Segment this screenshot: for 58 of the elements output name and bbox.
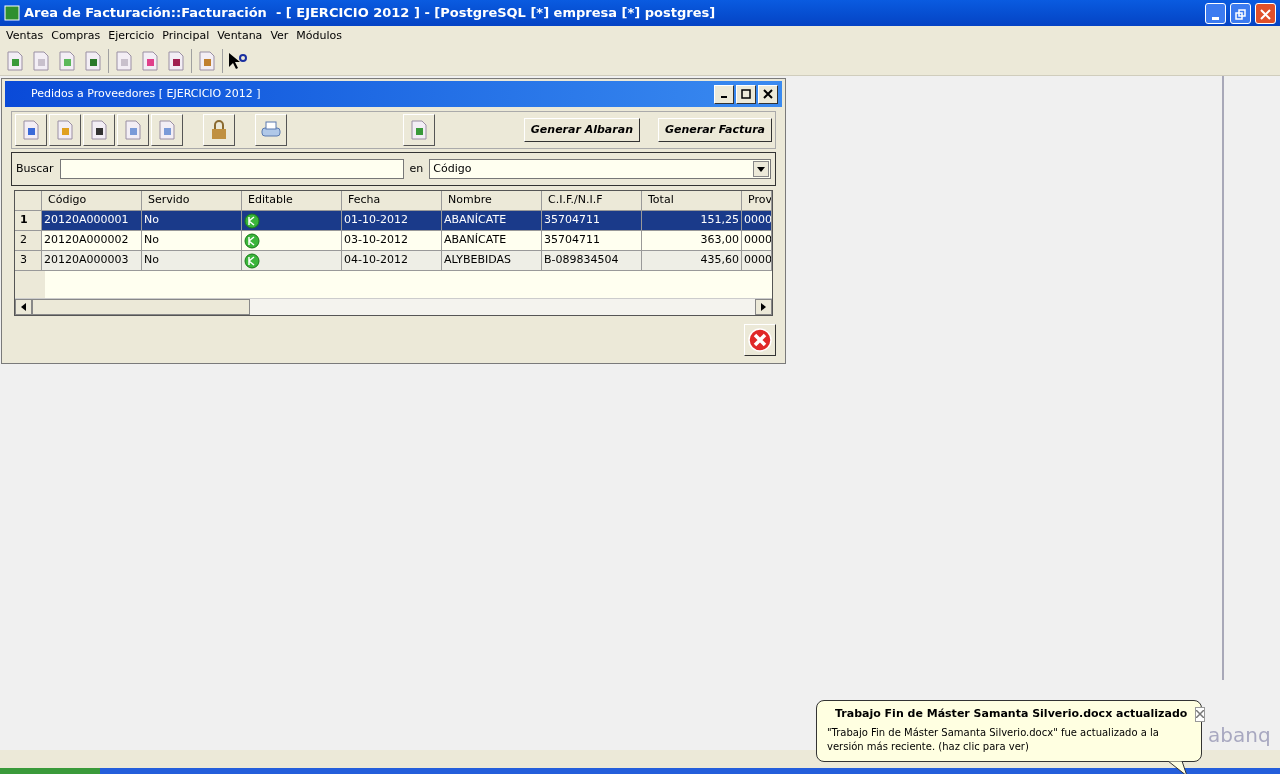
scroll-left-icon [21,303,26,311]
balloon-pointer-icon [1168,761,1188,774]
maximize-button[interactable] [736,84,756,104]
table-cell: 04-10-2012 [342,251,442,271]
horizontal-scrollbar[interactable] [15,298,772,315]
close-icon [1260,8,1271,20]
table-cell: ALYBEBIDAS [442,251,542,271]
scrollbar-thumb[interactable] [32,299,250,315]
menu-item[interactable]: Ventas [2,27,48,45]
table-cell: 20120A000003 [42,251,142,271]
padlock-icon[interactable] [209,119,229,141]
abanq-logo: abanq [1208,722,1271,749]
minimize-icon [1212,16,1219,20]
document-icon[interactable] [82,49,104,72]
search-field[interactable] [59,159,404,179]
menu-item[interactable]: Ventana [213,27,267,45]
menu-item[interactable]: Módulos [292,27,347,45]
status-icon [244,212,260,229]
printer-icon[interactable] [260,120,282,140]
menu-item[interactable]: Ejercicio [104,27,159,45]
search-label: Buscar [16,160,54,177]
document-icon[interactable] [165,49,187,72]
window-title: Area de Facturación::Facturación - [ EJERCICIO 2012 ] - [PostgreSQL [*] empresa [*] postgres] [24,4,717,23]
row-header[interactable]: 1 [15,211,42,231]
minimize-button[interactable] [1205,2,1226,24]
field-dropdown[interactable]: Código [429,159,771,179]
scroll-right-icon [761,303,766,311]
row-header[interactable]: 3 [15,251,42,271]
close-icon [748,328,772,352]
maximize-icon [741,89,751,99]
status-icon [244,232,260,249]
minimize-button[interactable] [714,84,734,104]
menu-item[interactable]: Compras [47,27,105,45]
app-icon [4,5,20,21]
close-icon [1196,710,1205,719]
close-icon [763,89,773,99]
dropdown-arrow-icon [757,166,765,172]
menu-item[interactable]: Ver [266,27,293,45]
notification-balloon[interactable]: Trabajo Fin de Máster Samanta Silverio.docx actualizado "Trabajo Fin de Máster Samanta Silverio.docx" fue actualizado a la versión más reciente. (haz clic para ver) [816,700,1202,762]
table-cell: No [142,251,242,271]
generate-button[interactable]: Generar Albaran [523,118,640,142]
table-cell: B-089834504 [542,251,642,271]
child-window-title: Pedidos a Proveedores [ EJERCICIO 2012 ] [31,85,262,102]
status-icon [244,252,260,269]
notification-message: "Trabajo Fin de Máster Samanta Silverio.docx" fue actualizado a la versión más reciente. (haz clic para ver) [827,725,1160,754]
row-header-background [15,271,45,298]
menu-item[interactable]: Principal [158,27,214,45]
notification-title: Trabajo Fin de Máster Samanta Silverio.docx actualizado [835,706,1188,722]
in-label: en [409,160,424,177]
help-pointer-icon[interactable] [227,50,247,71]
generate-button[interactable]: Generar Factura [658,118,772,142]
document-icon[interactable] [88,119,110,141]
restore-icon [1235,8,1246,20]
table-cell: 0000 [742,251,772,271]
minimize-icon [721,96,727,98]
row-header[interactable]: 2 [15,231,42,251]
table-cell: 435,60 [642,251,742,271]
restore-button[interactable] [1230,2,1251,24]
